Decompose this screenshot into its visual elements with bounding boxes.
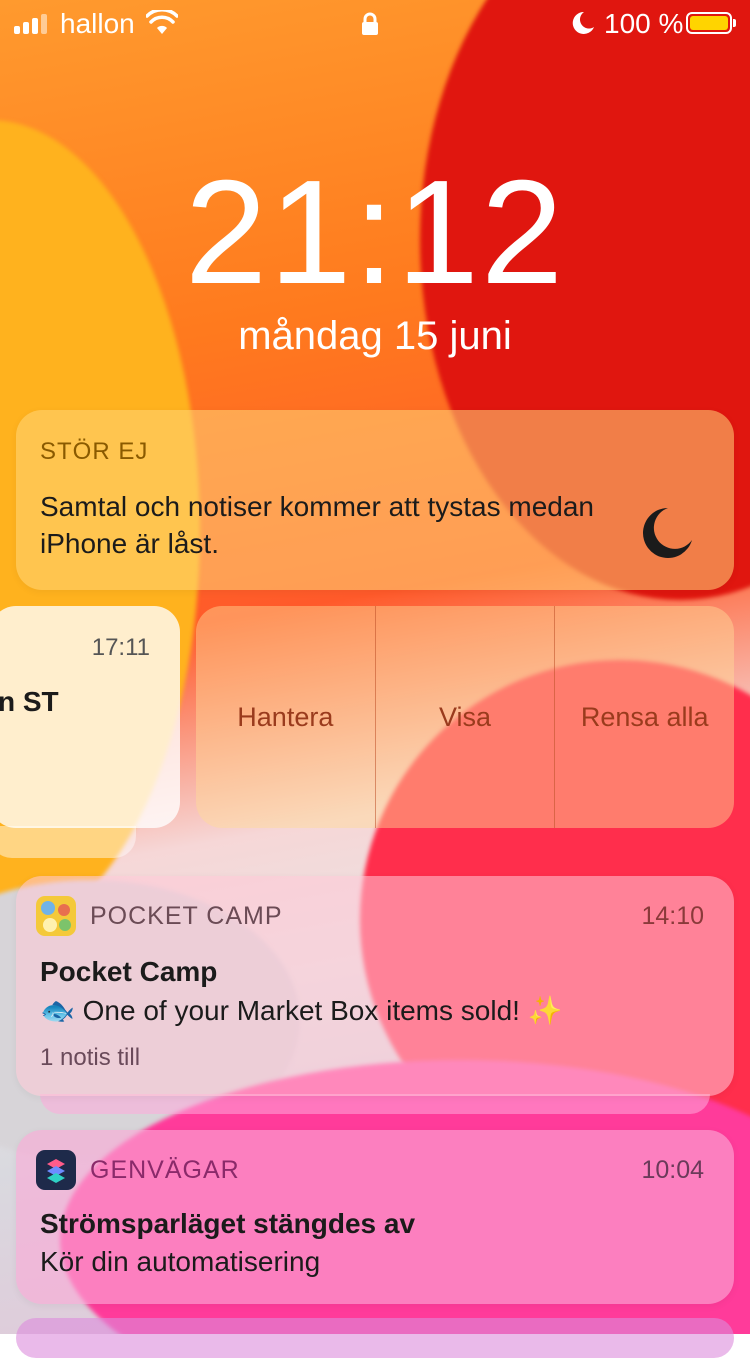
pocket-camp-app-icon: [36, 896, 76, 936]
lock-screen-date: måndag 15 juni: [238, 314, 512, 358]
dnd-header: STÖR EJ: [40, 438, 149, 465]
moon-icon: [572, 11, 594, 34]
notification-stack-edge: [0, 826, 136, 858]
notification-time: 10:04: [641, 1156, 704, 1184]
notification-swipe-actions: Hantera Visa Rensa alla: [196, 606, 734, 828]
dnd-message: Samtal och notiser kommer att tystas med…: [40, 491, 594, 559]
manage-button[interactable]: Hantera: [196, 606, 376, 828]
lock-icon: [362, 12, 378, 35]
shortcuts-app-icon: [36, 1150, 76, 1190]
battery-icon: [686, 12, 736, 34]
wifi-icon: [146, 10, 178, 34]
next-notification-peek: [16, 1318, 734, 1358]
more-notifications-count: 1 notis till: [40, 1044, 141, 1071]
notification-message: 🐟 One of your Market Box items sold! ✨: [40, 995, 563, 1026]
moon-icon: [643, 508, 692, 558]
app-name: POCKET CAMP: [90, 902, 283, 930]
notification-title: n ST: [0, 686, 59, 717]
notification-stack-edge: [40, 1094, 710, 1114]
notification-time: 17:11: [91, 634, 150, 661]
notification-message: Kör din automatisering: [40, 1246, 321, 1277]
clear-all-button[interactable]: Rensa alla: [555, 606, 734, 828]
swiped-notification[interactable]: 17:11 n ST: [0, 606, 180, 828]
lock-screen-time: 21:12: [184, 150, 566, 315]
carrier-name: hallon: [60, 8, 135, 39]
notification-shortcuts[interactable]: GENVÄGAR 10:04 Strömsparläget stängdes a…: [16, 1130, 734, 1304]
notification-pocket-camp[interactable]: POCKET CAMP 14:10 Pocket Camp 🐟 One of y…: [16, 876, 734, 1096]
status-bar: hallon 100 %: [0, 0, 750, 50]
app-name: GENVÄGAR: [90, 1156, 240, 1184]
notification-time: 14:10: [641, 902, 704, 930]
view-button[interactable]: Visa: [376, 606, 556, 828]
do-not-disturb-banner[interactable]: STÖR EJ Samtal och notiser kommer att ty…: [16, 410, 734, 590]
signal-icon: [14, 14, 47, 34]
notification-title: Pocket Camp: [40, 956, 218, 987]
notification-title: Strömsparläget stängdes av: [40, 1208, 416, 1239]
battery-percent: 100 %: [604, 8, 684, 39]
